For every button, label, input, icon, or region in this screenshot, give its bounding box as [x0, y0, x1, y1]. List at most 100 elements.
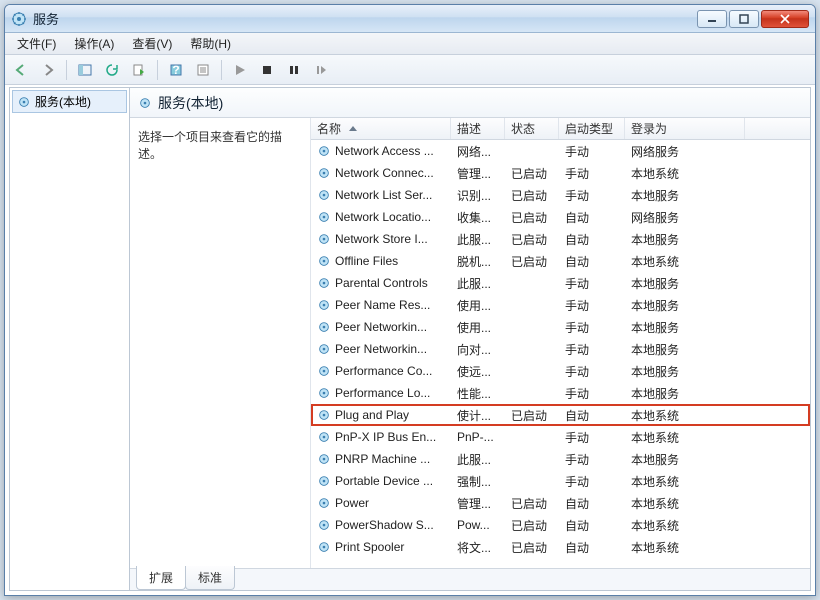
properties-button[interactable]	[191, 59, 215, 81]
service-name-cell: Performance Co...	[311, 362, 451, 380]
menu-file[interactable]: 文件(F)	[9, 33, 64, 54]
titlebar[interactable]: 服务	[5, 5, 815, 33]
service-status-cell: 已启动	[505, 251, 559, 272]
gear-icon	[317, 518, 331, 532]
service-row[interactable]: Peer Name Res...使用...手动本地服务	[311, 294, 810, 316]
service-status-cell	[505, 325, 559, 329]
window-title: 服务	[33, 9, 697, 28]
service-startup-cell: 手动	[559, 163, 625, 184]
service-startup-cell: 手动	[559, 471, 625, 492]
service-row[interactable]: Parental Controls此服...手动本地服务	[311, 272, 810, 294]
service-status-cell: 已启动	[505, 163, 559, 184]
service-row[interactable]: Network Connec...管理...已启动手动本地系统	[311, 162, 810, 184]
show-hide-tree-button[interactable]	[73, 59, 97, 81]
service-status-cell	[505, 303, 559, 307]
service-status-cell	[505, 391, 559, 395]
service-row[interactable]: Portable Device ...强制...手动本地系统	[311, 470, 810, 492]
tree-root-services[interactable]: 服务(本地)	[12, 90, 127, 113]
refresh-button[interactable]	[100, 59, 124, 81]
service-name-cell: Plug and Play	[311, 406, 451, 424]
gear-icon	[317, 232, 331, 246]
start-service-button[interactable]	[228, 59, 252, 81]
service-desc-cell: PnP-...	[451, 428, 505, 446]
service-logon-cell: 本地系统	[625, 471, 745, 492]
service-row[interactable]: Peer Networkin...使用...手动本地服务	[311, 316, 810, 338]
service-row[interactable]: Network List Ser...识别...已启动手动本地服务	[311, 184, 810, 206]
column-status[interactable]: 状态	[505, 118, 559, 139]
service-row[interactable]: Plug and Play使计...已启动自动本地系统	[311, 404, 810, 426]
tree-pane[interactable]: 服务(本地)	[10, 88, 130, 590]
menubar: 文件(F) 操作(A) 查看(V) 帮助(H)	[5, 33, 815, 55]
gear-icon	[17, 95, 31, 109]
column-startup-type[interactable]: 启动类型	[559, 118, 625, 139]
service-row[interactable]: Print Spooler将文...已启动自动本地系统	[311, 536, 810, 558]
service-desc-cell: 性能...	[451, 383, 505, 404]
gear-icon	[317, 386, 331, 400]
services-app-icon	[11, 11, 27, 27]
service-startup-cell: 自动	[559, 515, 625, 536]
column-description[interactable]: 描述	[451, 118, 505, 139]
service-logon-cell: 本地服务	[625, 339, 745, 360]
service-status-cell: 已启动	[505, 229, 559, 250]
service-rows[interactable]: Network Access ...网络...手动网络服务Network Con…	[311, 140, 810, 590]
tree-root-label: 服务(本地)	[35, 93, 91, 110]
service-row[interactable]: Network Store I...此服...已启动自动本地服务	[311, 228, 810, 250]
service-row[interactable]: PNRP Machine ...此服...手动本地服务	[311, 448, 810, 470]
toolbar-separator	[157, 60, 158, 80]
service-status-cell: 已启动	[505, 515, 559, 536]
column-logon-as[interactable]: 登录为	[625, 118, 745, 139]
column-name[interactable]: 名称	[311, 118, 451, 139]
stop-service-button[interactable]	[255, 59, 279, 81]
export-icon	[132, 63, 146, 77]
service-desc-cell: 管理...	[451, 493, 505, 514]
details-title: 服务(本地)	[158, 93, 223, 113]
services-window: 服务 文件(F) 操作(A) 查看(V) 帮助(H) ? 服务(本地	[4, 4, 816, 596]
service-row[interactable]: PowerShadow S...Pow...已启动自动本地系统	[311, 514, 810, 536]
menu-view[interactable]: 查看(V)	[124, 33, 180, 54]
arrow-left-icon	[14, 63, 28, 77]
service-logon-cell: 本地系统	[625, 427, 745, 448]
minimize-button[interactable]	[697, 10, 727, 28]
restart-service-button[interactable]	[309, 59, 333, 81]
service-desc-cell: 网络...	[451, 141, 505, 162]
back-button[interactable]	[9, 59, 33, 81]
service-name-cell: Portable Device ...	[311, 472, 451, 490]
tab-standard[interactable]: 标准	[185, 566, 235, 590]
service-row[interactable]: PnP-X IP Bus En...PnP-...手动本地系统	[311, 426, 810, 448]
close-button[interactable]	[761, 10, 809, 28]
service-logon-cell: 网络服务	[625, 207, 745, 228]
service-startup-cell: 手动	[559, 361, 625, 382]
service-desc-cell: 使远...	[451, 361, 505, 382]
service-logon-cell: 本地服务	[625, 449, 745, 470]
service-row[interactable]: Offline Files脱机...已启动自动本地系统	[311, 250, 810, 272]
window-controls	[697, 10, 809, 28]
service-row[interactable]: Performance Lo...性能...手动本地服务	[311, 382, 810, 404]
tab-extended[interactable]: 扩展	[136, 566, 186, 590]
help-button[interactable]: ?	[164, 59, 188, 81]
service-desc-cell: 使用...	[451, 317, 505, 338]
sort-asc-icon	[349, 126, 357, 131]
maximize-button[interactable]	[729, 10, 759, 28]
gear-icon	[317, 320, 331, 334]
service-row[interactable]: Performance Co...使远...手动本地服务	[311, 360, 810, 382]
service-row[interactable]: Network Access ...网络...手动网络服务	[311, 140, 810, 162]
maximize-icon	[739, 14, 749, 24]
description-pane: 选择一个项目来查看它的描述。	[130, 118, 310, 590]
menu-action[interactable]: 操作(A)	[66, 33, 122, 54]
pause-service-button[interactable]	[282, 59, 306, 81]
menu-help[interactable]: 帮助(H)	[182, 33, 239, 54]
view-tabs: 扩展 标准	[130, 568, 810, 590]
properties-icon	[196, 63, 210, 77]
service-row[interactable]: Power管理...已启动自动本地系统	[311, 492, 810, 514]
gear-icon	[317, 298, 331, 312]
service-logon-cell: 本地系统	[625, 163, 745, 184]
gear-icon	[317, 210, 331, 224]
service-status-cell	[505, 149, 559, 153]
export-button[interactable]	[127, 59, 151, 81]
service-row[interactable]: Peer Networkin...向对...手动本地服务	[311, 338, 810, 360]
service-row[interactable]: Network Locatio...收集...已启动自动网络服务	[311, 206, 810, 228]
forward-button[interactable]	[36, 59, 60, 81]
service-status-cell	[505, 369, 559, 373]
service-logon-cell: 本地服务	[625, 185, 745, 206]
stop-icon	[261, 64, 273, 76]
